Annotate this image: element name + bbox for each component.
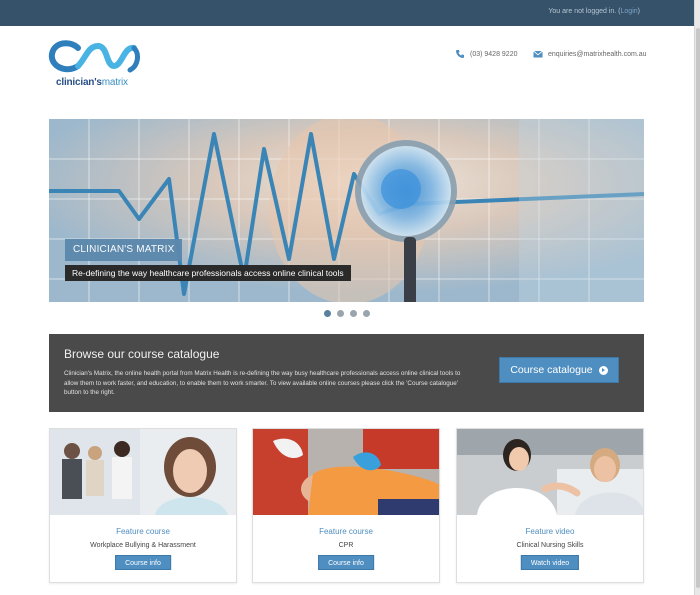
- feature-card-bullying: Feature course Workplace Bullying & Hara…: [49, 428, 237, 583]
- card-image: [457, 429, 643, 515]
- catalogue-title: Browse our course catalogue: [64, 347, 220, 361]
- login-status-text: You are not logged in. (: [548, 8, 621, 15]
- logo-wordmark: clinician'smatrix: [56, 77, 128, 88]
- watch-video-button[interactable]: Watch video: [520, 555, 580, 570]
- card-kind: Feature video: [525, 527, 575, 536]
- card-title: Clinical Nursing Skills: [516, 542, 584, 549]
- page-scrollbar[interactable]: [694, 0, 700, 595]
- hero-caption-text: Re-defining the way healthcare professio…: [65, 265, 351, 281]
- card-kind: Feature course: [116, 527, 170, 536]
- course-catalogue-label: Course catalogue: [510, 364, 593, 376]
- carousel-indicators: [324, 310, 370, 317]
- phone-contact[interactable]: (03) 9428 9220: [455, 49, 517, 59]
- course-catalogue-button[interactable]: Course catalogue: [499, 357, 619, 383]
- carousel-dot[interactable]: [350, 310, 357, 317]
- course-info-button[interactable]: Course info: [318, 555, 374, 570]
- card-title: Workplace Bullying & Harassment: [90, 542, 196, 549]
- phone-icon: [455, 49, 465, 59]
- carousel-dot[interactable]: [337, 310, 344, 317]
- card-image: [253, 429, 439, 515]
- play-circle-icon: [598, 365, 608, 375]
- phone-number: (03) 9428 9220: [470, 50, 518, 58]
- carousel-dot[interactable]: [363, 310, 370, 317]
- catalogue-description: Clinician's Matrix, the online health po…: [64, 370, 461, 396]
- feature-card-nursing: Feature video Clinical Nursing Skills Wa…: [456, 428, 644, 583]
- course-info-button[interactable]: Course info: [115, 555, 171, 570]
- carousel-dot[interactable]: [324, 310, 331, 317]
- logo-mark: [48, 40, 140, 73]
- login-status: You are not logged in. (Login): [548, 8, 640, 15]
- card-image: [50, 429, 236, 515]
- card-kind: Feature course: [319, 527, 373, 536]
- email-address: enquiries@matrixhealth.com.au: [548, 50, 647, 58]
- scrollbar-thumb[interactable]: [696, 28, 700, 588]
- envelope-icon: [533, 49, 543, 59]
- top-bar: You are not logged in. (Login): [0, 0, 700, 26]
- hero-carousel[interactable]: CLINICIAN'S MATRIX Re-defining the way h…: [49, 119, 644, 302]
- card-title: CPR: [338, 542, 354, 549]
- email-contact[interactable]: enquiries@matrixhealth.com.au: [533, 49, 647, 59]
- catalogue-panel: Browse our course catalogue Clinician's …: [49, 334, 644, 412]
- brand-logo[interactable]: clinician'smatrix: [48, 40, 144, 90]
- feature-card-cpr: Feature course CPR Course info: [252, 428, 440, 583]
- hero-caption-title: CLINICIAN'S MATRIX: [65, 239, 183, 261]
- login-status-close: ): [637, 8, 640, 15]
- login-link[interactable]: Login: [621, 8, 638, 15]
